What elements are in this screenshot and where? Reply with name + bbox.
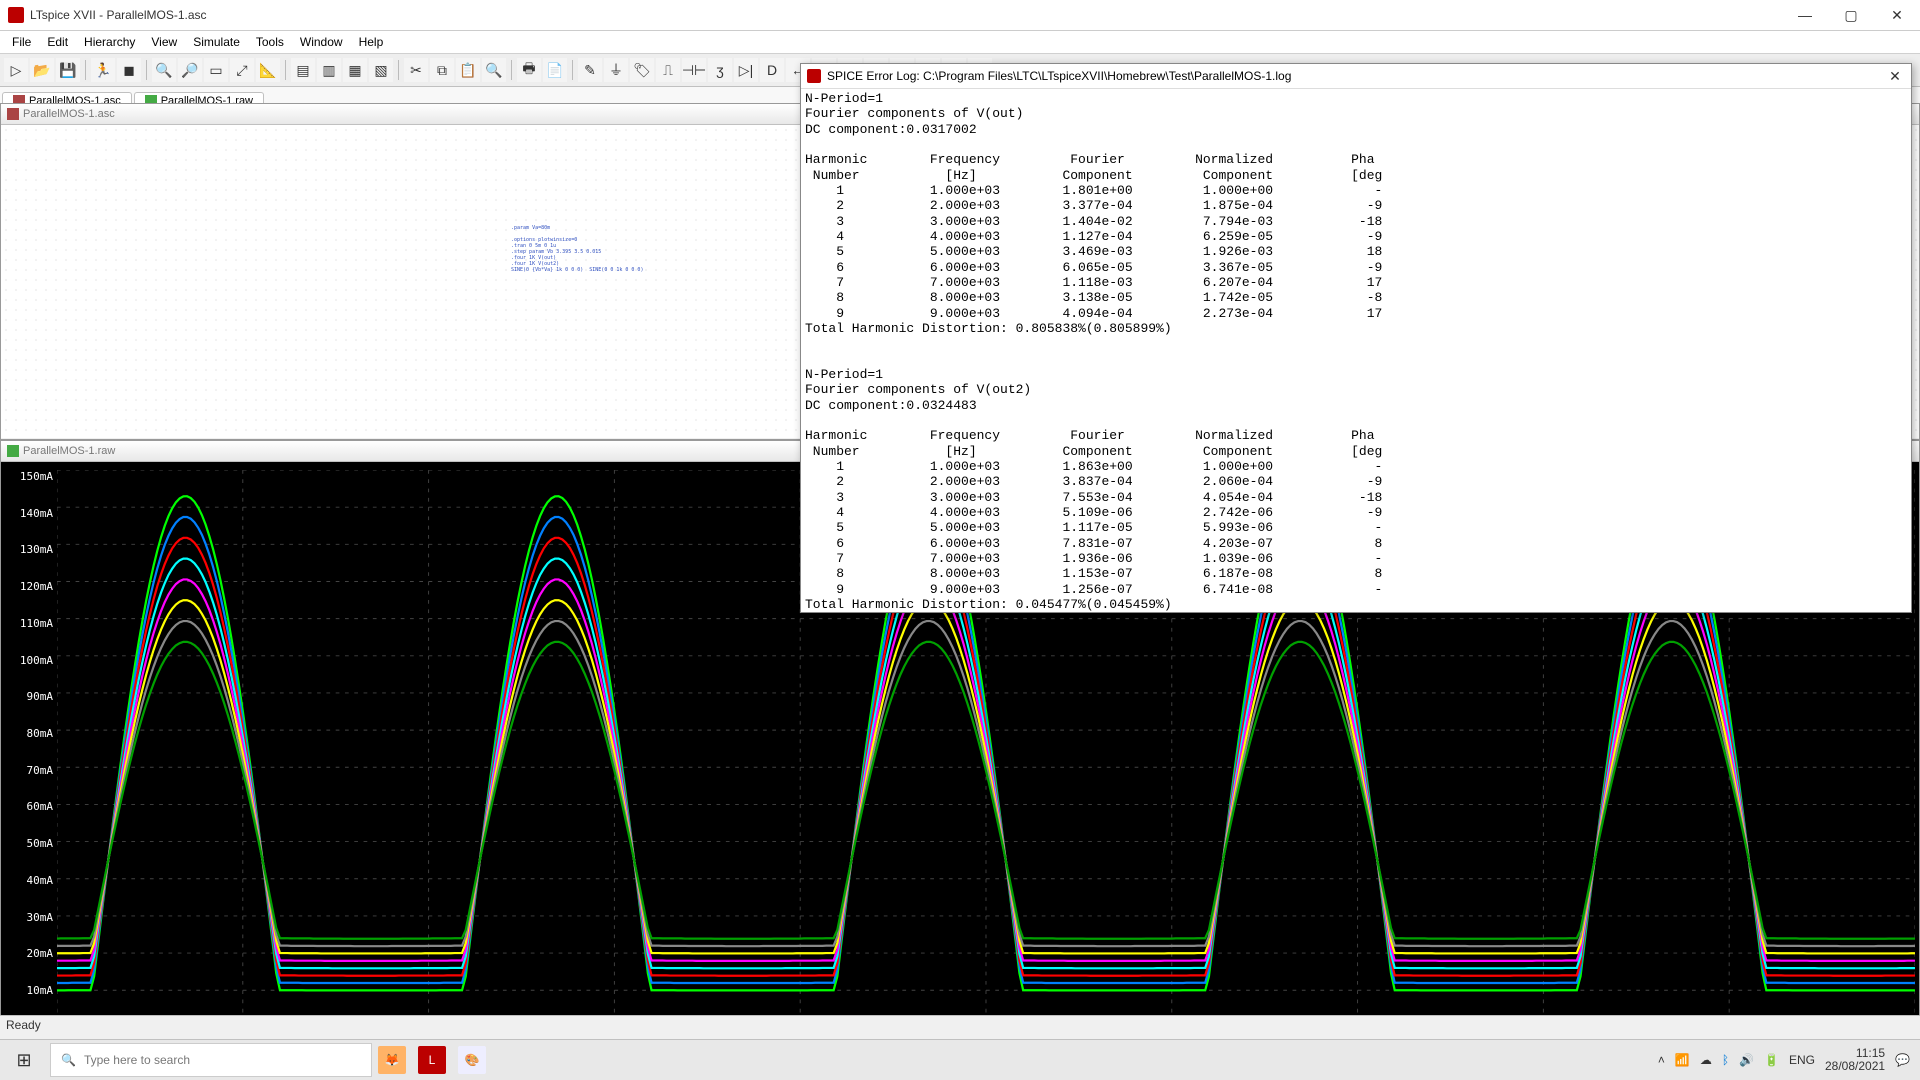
tile-horizontal-icon[interactable]: ▤ <box>291 58 315 82</box>
label-net-icon[interactable]: 🏷 <box>630 58 654 82</box>
zoom-in-icon[interactable]: 🔍 <box>152 58 176 82</box>
minimize-button[interactable]: — <box>1782 0 1828 30</box>
start-button[interactable]: ⊞ <box>0 1040 48 1080</box>
diode-icon[interactable]: ▷| <box>734 58 758 82</box>
close-button[interactable]: ✕ <box>1874 0 1920 30</box>
cascade-icon[interactable]: ▦ <box>343 58 367 82</box>
resistor-icon[interactable]: ⎍ <box>656 58 680 82</box>
notifications-icon[interactable]: 💬 <box>1895 1053 1910 1067</box>
y-tick: 10mA <box>5 984 53 997</box>
cut-icon[interactable]: ✂ <box>404 58 428 82</box>
y-tick: 80mA <box>5 727 53 740</box>
run-icon[interactable]: 🏃 <box>91 58 115 82</box>
menu-file[interactable]: File <box>4 33 39 51</box>
app-logo-icon <box>807 69 821 83</box>
status-text: Ready <box>6 1018 41 1032</box>
autorange-icon[interactable]: 📐 <box>256 58 280 82</box>
zoom-out-icon[interactable]: 🔎 <box>178 58 202 82</box>
y-tick: 110mA <box>5 617 53 630</box>
y-tick: 140mA <box>5 507 53 520</box>
toolbar-sep <box>146 60 147 80</box>
battery-icon[interactable]: 🔋 <box>1764 1053 1779 1067</box>
maximize-button[interactable]: ▢ <box>1828 0 1874 30</box>
component-icon[interactable]: D <box>760 58 784 82</box>
print-setup-icon[interactable]: 📄 <box>543 58 567 82</box>
print-icon[interactable]: 🖶 <box>517 58 541 82</box>
chevron-up-icon[interactable]: ˄ <box>1658 1053 1665 1067</box>
save-icon[interactable]: 💾 <box>56 58 80 82</box>
wifi-icon[interactable]: 📶 <box>1675 1053 1690 1067</box>
zoom-area-icon[interactable]: ▭ <box>204 58 228 82</box>
y-tick: 100mA <box>5 654 53 667</box>
y-tick: 40mA <box>5 874 53 887</box>
search-placeholder: Type here to search <box>84 1053 190 1067</box>
app-titlebar: LTspice XVII - ParallelMOS-1.asc — ▢ ✕ <box>0 0 1920 31</box>
draw-wire-icon[interactable]: ✎ <box>578 58 602 82</box>
toolbar-sep <box>398 60 399 80</box>
error-log-title: SPICE Error Log: C:\Program Files\LTC\LT… <box>827 69 1291 83</box>
schematic-pane-title: ParallelMOS-1.asc <box>23 108 115 120</box>
clock-date: 28/08/2021 <box>1825 1060 1885 1073</box>
onedrive-icon[interactable]: ☁ <box>1700 1053 1712 1067</box>
copy-icon[interactable]: ⧉ <box>430 58 454 82</box>
menu-window[interactable]: Window <box>292 33 351 51</box>
y-tick: 90mA <box>5 690 53 703</box>
open-icon[interactable]: 📂 <box>30 58 54 82</box>
menu-simulate[interactable]: Simulate <box>185 33 248 51</box>
volume-icon[interactable]: 🔊 <box>1739 1053 1754 1067</box>
close-all-icon[interactable]: ▧ <box>369 58 393 82</box>
y-tick: 70mA <box>5 764 53 777</box>
schematic-icon <box>7 108 19 120</box>
halt-icon[interactable]: ◼ <box>117 58 141 82</box>
error-log-close-button[interactable]: ✕ <box>1885 68 1905 85</box>
y-tick: 50mA <box>5 837 53 850</box>
toolbar-sep <box>285 60 286 80</box>
ground-icon[interactable]: ⏚ <box>604 58 628 82</box>
menu-help[interactable]: Help <box>351 33 392 51</box>
waveform-y-axis: 150mA 140mA 130mA 120mA 110mA 100mA 90mA 80mA 70… <box>5 470 53 1034</box>
menu-edit[interactable]: Edit <box>39 33 76 51</box>
error-log-text[interactable]: N-Period=1 Fourier components of V(out) … <box>801 89 1911 612</box>
capacitor-icon[interactable]: ⊣⊢ <box>682 58 706 82</box>
y-tick: 20mA <box>5 947 53 960</box>
waveform-icon <box>7 445 19 457</box>
toolbar-sep <box>572 60 573 80</box>
y-tick: 30mA <box>5 911 53 924</box>
tile-vertical-icon[interactable]: ▥ <box>317 58 341 82</box>
taskbar-clock[interactable]: 11:15 28/08/2021 <box>1825 1047 1885 1073</box>
paint-icon[interactable]: 🎨 <box>458 1046 486 1074</box>
windows-taskbar: ⊞ 🔍 Type here to search 🦊 L 🎨 ˄ 📶 ☁ ᛒ 🔊 … <box>0 1039 1920 1080</box>
spice-error-log-window[interactable]: SPICE Error Log: C:\Program Files\LTC\LT… <box>800 63 1912 613</box>
y-tick: 60mA <box>5 800 53 813</box>
y-tick: 150mA <box>5 470 53 483</box>
waveform-pane-title: ParallelMOS-1.raw <box>23 445 115 457</box>
statusbar: Ready <box>0 1015 1920 1040</box>
menu-tools[interactable]: Tools <box>248 33 292 51</box>
zoom-fit-icon[interactable]: ⤢ <box>230 58 254 82</box>
toolbar-sep <box>85 60 86 80</box>
find-icon[interactable]: 🔍 <box>482 58 506 82</box>
inductor-icon[interactable]: ʒ <box>708 58 732 82</box>
paste-icon[interactable]: 📋 <box>456 58 480 82</box>
new-schematic-icon[interactable]: ▷ <box>4 58 28 82</box>
schematic-directives: .param Va=80m .options plotwinsize=0 .tr… <box>511 225 643 273</box>
system-tray: ˄ 📶 ☁ ᛒ 🔊 🔋 ENG 11:15 28/08/2021 💬 <box>1648 1047 1920 1073</box>
menu-hierarchy[interactable]: Hierarchy <box>76 33 143 51</box>
bluetooth-icon[interactable]: ᛒ <box>1722 1053 1729 1067</box>
taskbar-search[interactable]: 🔍 Type here to search <box>50 1043 372 1077</box>
ltspice-icon[interactable]: L <box>418 1046 446 1074</box>
menubar: File Edit Hierarchy View Simulate Tools … <box>0 31 1920 54</box>
language-indicator[interactable]: ENG <box>1789 1053 1815 1067</box>
app-logo-icon <box>8 7 24 23</box>
y-tick: 130mA <box>5 543 53 556</box>
menu-view[interactable]: View <box>143 33 185 51</box>
toolbar-sep <box>511 60 512 80</box>
y-tick: 120mA <box>5 580 53 593</box>
error-log-titlebar[interactable]: SPICE Error Log: C:\Program Files\LTC\LT… <box>801 64 1911 89</box>
firefox-icon[interactable]: 🦊 <box>378 1046 406 1074</box>
search-icon: 🔍 <box>61 1053 76 1067</box>
app-title: LTspice XVII - ParallelMOS-1.asc <box>30 8 207 22</box>
